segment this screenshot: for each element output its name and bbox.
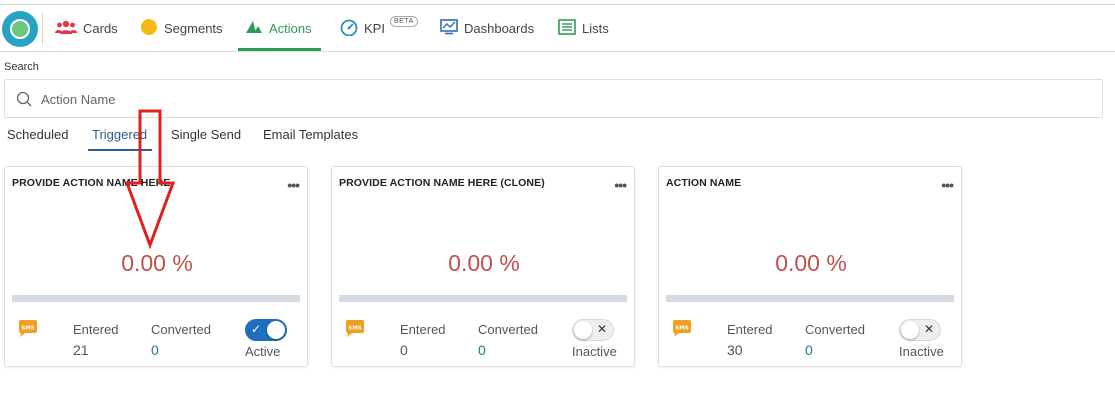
nav-item-kpi[interactable]: KPI BETA	[340, 5, 418, 52]
conversion-percent: 0.00 %	[448, 250, 520, 276]
action-card[interactable]: ACTION NAME ••• 0.00 % SMS Entered 30 Co…	[658, 166, 962, 367]
nav-item-dashboards[interactable]: Dashboards	[440, 5, 534, 52]
nav-divider	[42, 13, 43, 45]
sms-icon: SMS	[671, 319, 693, 344]
nav-label-lists: Lists	[582, 21, 609, 36]
actions-icon	[245, 20, 263, 37]
users-icon	[55, 20, 77, 37]
converted-value: 0	[478, 342, 486, 358]
toggle-knob	[901, 321, 919, 339]
card-title: PROVIDE ACTION NAME HERE (CLONE)	[339, 177, 545, 189]
status-toggle[interactable]: ✓	[245, 319, 287, 341]
app-logo[interactable]	[2, 11, 38, 47]
check-icon: ✓	[251, 322, 262, 336]
nav-item-lists[interactable]: Lists	[558, 5, 609, 52]
toggle-knob	[267, 321, 285, 339]
entered-value: 30	[727, 342, 743, 358]
sms-icon: SMS	[344, 319, 366, 344]
list-icon	[558, 19, 576, 38]
entered-label: Entered	[400, 322, 446, 337]
search-label: Search	[4, 61, 39, 73]
entered-value: 0	[400, 342, 408, 358]
nav-item-actions[interactable]: Actions	[245, 5, 312, 52]
pie-chart-icon	[140, 17, 159, 39]
converted-value: 0	[805, 342, 813, 358]
progress-bar	[12, 295, 300, 302]
conversion-percent: 0.00 %	[775, 250, 847, 276]
nav-label-dashboards: Dashboards	[464, 21, 535, 36]
tab-email-templates[interactable]: Email Templates	[263, 127, 358, 142]
card-title: ACTION NAME	[666, 177, 742, 189]
more-menu-icon[interactable]: •••	[287, 177, 300, 193]
action-card[interactable]: PROVIDE ACTION NAME HERE ••• 0.00 % SMS …	[4, 166, 308, 367]
entered-value: 21	[73, 342, 89, 358]
status-label: Inactive	[899, 344, 944, 359]
search-input[interactable]	[41, 87, 1041, 111]
status-label: Active	[245, 344, 281, 359]
converted-label: Converted	[478, 322, 538, 337]
action-card[interactable]: PROVIDE ACTION NAME HERE (CLONE) ••• 0.0…	[331, 166, 635, 367]
beta-badge: BETA	[389, 16, 418, 27]
entered-label: Entered	[727, 322, 773, 337]
sms-icon: SMS	[17, 319, 39, 344]
active-nav-indicator	[238, 48, 321, 51]
more-menu-icon[interactable]: •••	[941, 177, 954, 193]
nav-label-cards: Cards	[83, 21, 118, 36]
status-toggle[interactable]: ✕	[572, 319, 614, 341]
converted-label: Converted	[151, 322, 211, 337]
converted-value: 0	[151, 342, 159, 358]
tab-scheduled[interactable]: Scheduled	[7, 127, 68, 142]
status-label: Inactive	[572, 344, 617, 359]
nav-label-segments: Segments	[164, 21, 223, 36]
search-icon	[16, 91, 32, 112]
tab-triggered[interactable]: Triggered	[92, 127, 147, 142]
nav-item-cards[interactable]: Cards	[55, 5, 118, 52]
nav-label-actions: Actions	[269, 21, 312, 36]
logo-inner-circle	[10, 19, 30, 39]
toggle-knob	[574, 321, 592, 339]
nav-item-segments[interactable]: Segments	[140, 5, 223, 52]
svg-text:SMS: SMS	[348, 326, 361, 332]
status-toggle[interactable]: ✕	[899, 319, 941, 341]
active-tab-indicator	[88, 149, 152, 151]
progress-bar	[339, 295, 627, 302]
nav-label-kpi: KPI	[364, 21, 385, 36]
conversion-percent: 0.00 %	[121, 250, 193, 276]
svg-text:SMS: SMS	[21, 326, 34, 332]
tab-single-send[interactable]: Single Send	[171, 127, 241, 142]
x-icon: ✕	[923, 322, 934, 336]
card-title: PROVIDE ACTION NAME HERE	[12, 177, 171, 189]
top-navbar: Cards Segments Actions KPI BETA Dashboar…	[0, 5, 1115, 52]
progress-bar	[666, 295, 954, 302]
entered-label: Entered	[73, 322, 119, 337]
x-icon: ✕	[596, 322, 607, 336]
more-menu-icon[interactable]: •••	[614, 177, 627, 193]
converted-label: Converted	[805, 322, 865, 337]
search-box	[4, 79, 1103, 118]
dashboard-icon	[440, 19, 458, 38]
gauge-icon	[340, 18, 358, 39]
svg-text:SMS: SMS	[675, 326, 688, 332]
